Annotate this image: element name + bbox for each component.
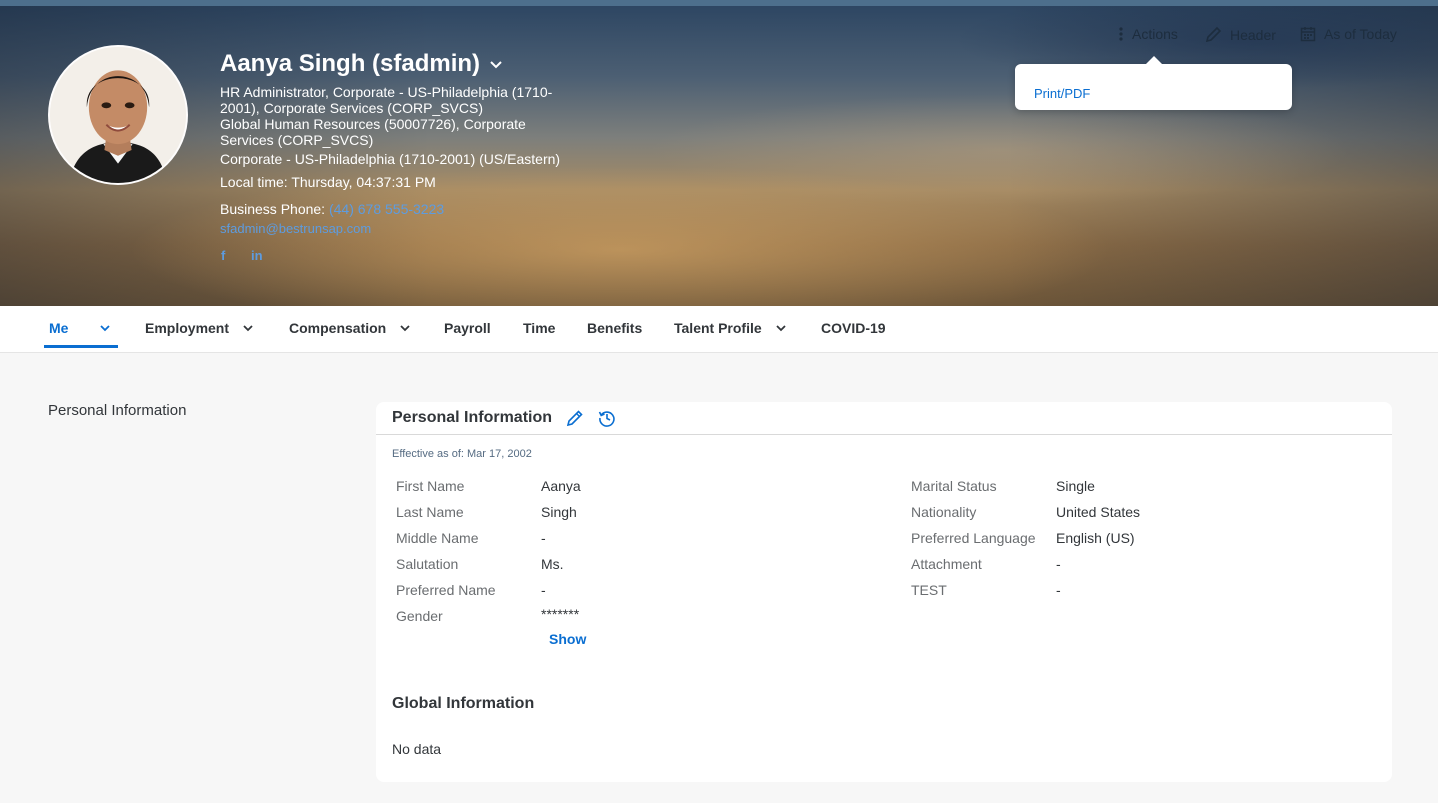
print-pdf-menu-item[interactable]: Print/PDF [1034,86,1090,101]
header-button[interactable]: Header [1205,26,1276,43]
leftnav-personal-information[interactable]: Personal Information [48,402,186,419]
tab-benefits[interactable]: Benefits [587,320,642,336]
marital-status-label: Marital Status [911,478,997,494]
history-icon[interactable] [598,409,616,427]
edit-pencil-icon[interactable] [566,409,584,427]
email-link[interactable]: sfadmin@bestrunsap.com [220,221,371,237]
attachment-label: Attachment [911,556,982,572]
first-name-label: First Name [396,478,465,494]
personal-information-card: Personal Information Effective as of: Ma… [376,402,1392,782]
employee-name-row[interactable]: Aanya Singh (sfadmin) [220,50,504,78]
attachment-value: - [1056,556,1061,572]
preferred-language-label: Preferred Language [911,530,1036,546]
tab-me[interactable]: Me [49,320,111,336]
test-value: - [1056,582,1061,598]
test-label: TEST [911,582,947,598]
tab-label: Compensation [289,320,387,336]
job-info-line-3: Global Human Resources (50007726), Corpo… [220,116,526,132]
nationality-value: United States [1056,504,1141,520]
tab-time[interactable]: Time [523,320,555,336]
tab-employment[interactable]: Employment [145,320,253,336]
middle-name-label: Middle Name [396,530,479,546]
preferred-language-value: English (US) [1056,530,1135,546]
chevron-down-icon[interactable] [776,323,786,333]
preferred-name-value: - [541,582,546,598]
preferred-name-label: Preferred Name [396,582,496,598]
gender-label: Gender [396,608,443,624]
chevron-down-icon[interactable] [243,323,253,333]
tab-compensation[interactable]: Compensation [289,320,410,336]
location-line: Corporate - US-Philadelphia (1710-2001) … [220,151,561,167]
card-header: Personal Information [376,402,1392,435]
job-info-line-2: 2001), Corporate Services (CORP_SVCS) [220,100,483,116]
salutation-label: Salutation [396,556,459,572]
actions-popover: Print/PDF [1015,56,1292,110]
tab-bar: Me Employment Compensation Payroll Time … [0,306,1438,353]
chevron-down-icon[interactable] [488,56,504,72]
top-strip [0,0,1438,6]
job-info-line-4: Services (CORP_SVCS) [220,132,374,148]
tab-label: Time [523,320,556,336]
effective-value: Mar 17, 2002 [467,448,532,460]
local-time: Local time: Thursday, 04:37:31 PM [220,174,436,190]
avatar-photo [50,47,186,183]
card-title: Personal Information [392,409,553,426]
global-information-nodata: No data [392,741,442,757]
show-gender-link[interactable]: Show [549,631,586,647]
business-phone: Business Phone: (44) 678 555-3223 [220,201,444,217]
avatar[interactable] [48,45,188,185]
as-of-today-button[interactable]: As of Today [1300,26,1397,42]
business-phone-link[interactable]: (44) 678 555-3223 [329,201,444,217]
header-label: Header [1230,26,1276,43]
facebook-icon[interactable]: f [221,248,225,263]
tab-label: Me [49,320,69,336]
effective-date: Effective as of: Mar 17, 2002 [392,448,532,460]
job-info-line-1: HR Administrator, Corporate - US-Philade… [220,84,553,100]
tab-label: Talent Profile [674,320,762,336]
global-information-title: Global Information [392,695,535,712]
marital-status-value: Single [1056,478,1095,494]
business-phone-label: Business Phone: [220,201,329,217]
actions-label: Actions [1132,26,1178,42]
gender-value: ******* [541,606,580,622]
more-vertical-icon [1118,26,1124,42]
tab-label: Employment [145,320,230,336]
chevron-down-icon[interactable] [100,323,111,333]
tab-payroll[interactable]: Payroll [444,320,491,336]
tab-label: Benefits [587,320,643,336]
tab-label: COVID-19 [821,320,886,336]
chevron-down-icon[interactable] [400,323,410,333]
salutation-value: Ms. [541,556,564,572]
tab-label: Payroll [444,320,491,336]
linkedin-icon[interactable]: in [251,248,263,263]
active-tab-indicator [44,345,118,348]
profile-header-banner: Aanya Singh (sfadmin) HR Administrator, … [0,0,1438,306]
calendar-icon [1300,26,1316,42]
actions-button[interactable]: Actions [1118,26,1178,42]
tab-talent-profile[interactable]: Talent Profile [674,320,786,336]
first-name-value: Aanya [541,478,581,494]
employee-name: Aanya Singh (sfadmin) [220,50,481,77]
pencil-icon [1205,26,1222,43]
tab-covid-19[interactable]: COVID-19 [821,320,886,336]
as-of-today-label: As of Today [1324,26,1397,42]
effective-label: Effective as of: [392,448,464,460]
last-name-value: Singh [541,504,577,520]
nationality-label: Nationality [911,504,977,520]
last-name-label: Last Name [396,504,464,520]
middle-name-value: - [541,530,546,546]
